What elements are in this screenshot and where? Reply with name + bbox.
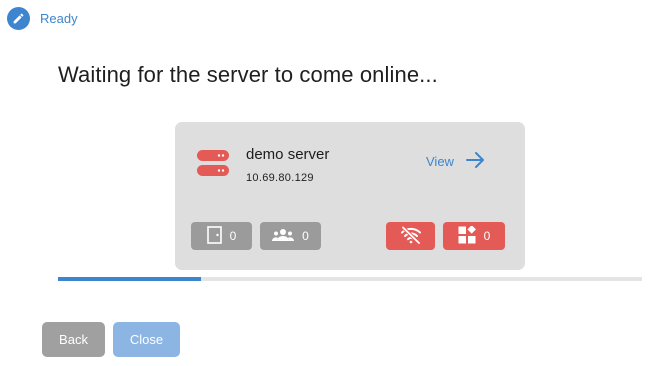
- users-count: 0: [302, 229, 309, 243]
- apps-badge[interactable]: 0: [443, 222, 505, 250]
- page-title: Waiting for the server to come online...: [58, 62, 438, 87]
- users-badge[interactable]: 0: [260, 222, 321, 250]
- progress-bar: [58, 277, 642, 281]
- server-card: demo server 10.69.80.129 View 0 0 0: [175, 122, 525, 270]
- apps-icon: [458, 224, 476, 247]
- doors-badge[interactable]: 0: [191, 222, 252, 250]
- connection-badge[interactable]: [386, 222, 435, 250]
- page: Ready Waiting for the server to come onl…: [0, 0, 663, 366]
- users-icon: [272, 228, 295, 245]
- doors-count: 0: [229, 229, 237, 243]
- view-server-link[interactable]: View: [426, 152, 485, 171]
- apps-count: 0: [483, 229, 491, 243]
- server-ip: 10.69.80.129: [246, 172, 314, 184]
- back-button[interactable]: Back: [42, 322, 105, 357]
- arrow-right-icon: [465, 152, 485, 171]
- door-icon: [206, 225, 222, 247]
- server-icon: [197, 150, 229, 177]
- wifi-off-icon: [400, 225, 422, 247]
- view-label: View: [426, 154, 454, 169]
- progress-fill: [58, 277, 202, 281]
- status-label: Ready: [40, 11, 78, 26]
- server-name: demo server: [246, 146, 330, 163]
- close-button[interactable]: Close: [113, 322, 180, 357]
- status-row: Ready: [7, 7, 78, 30]
- pencil-icon: [7, 7, 30, 30]
